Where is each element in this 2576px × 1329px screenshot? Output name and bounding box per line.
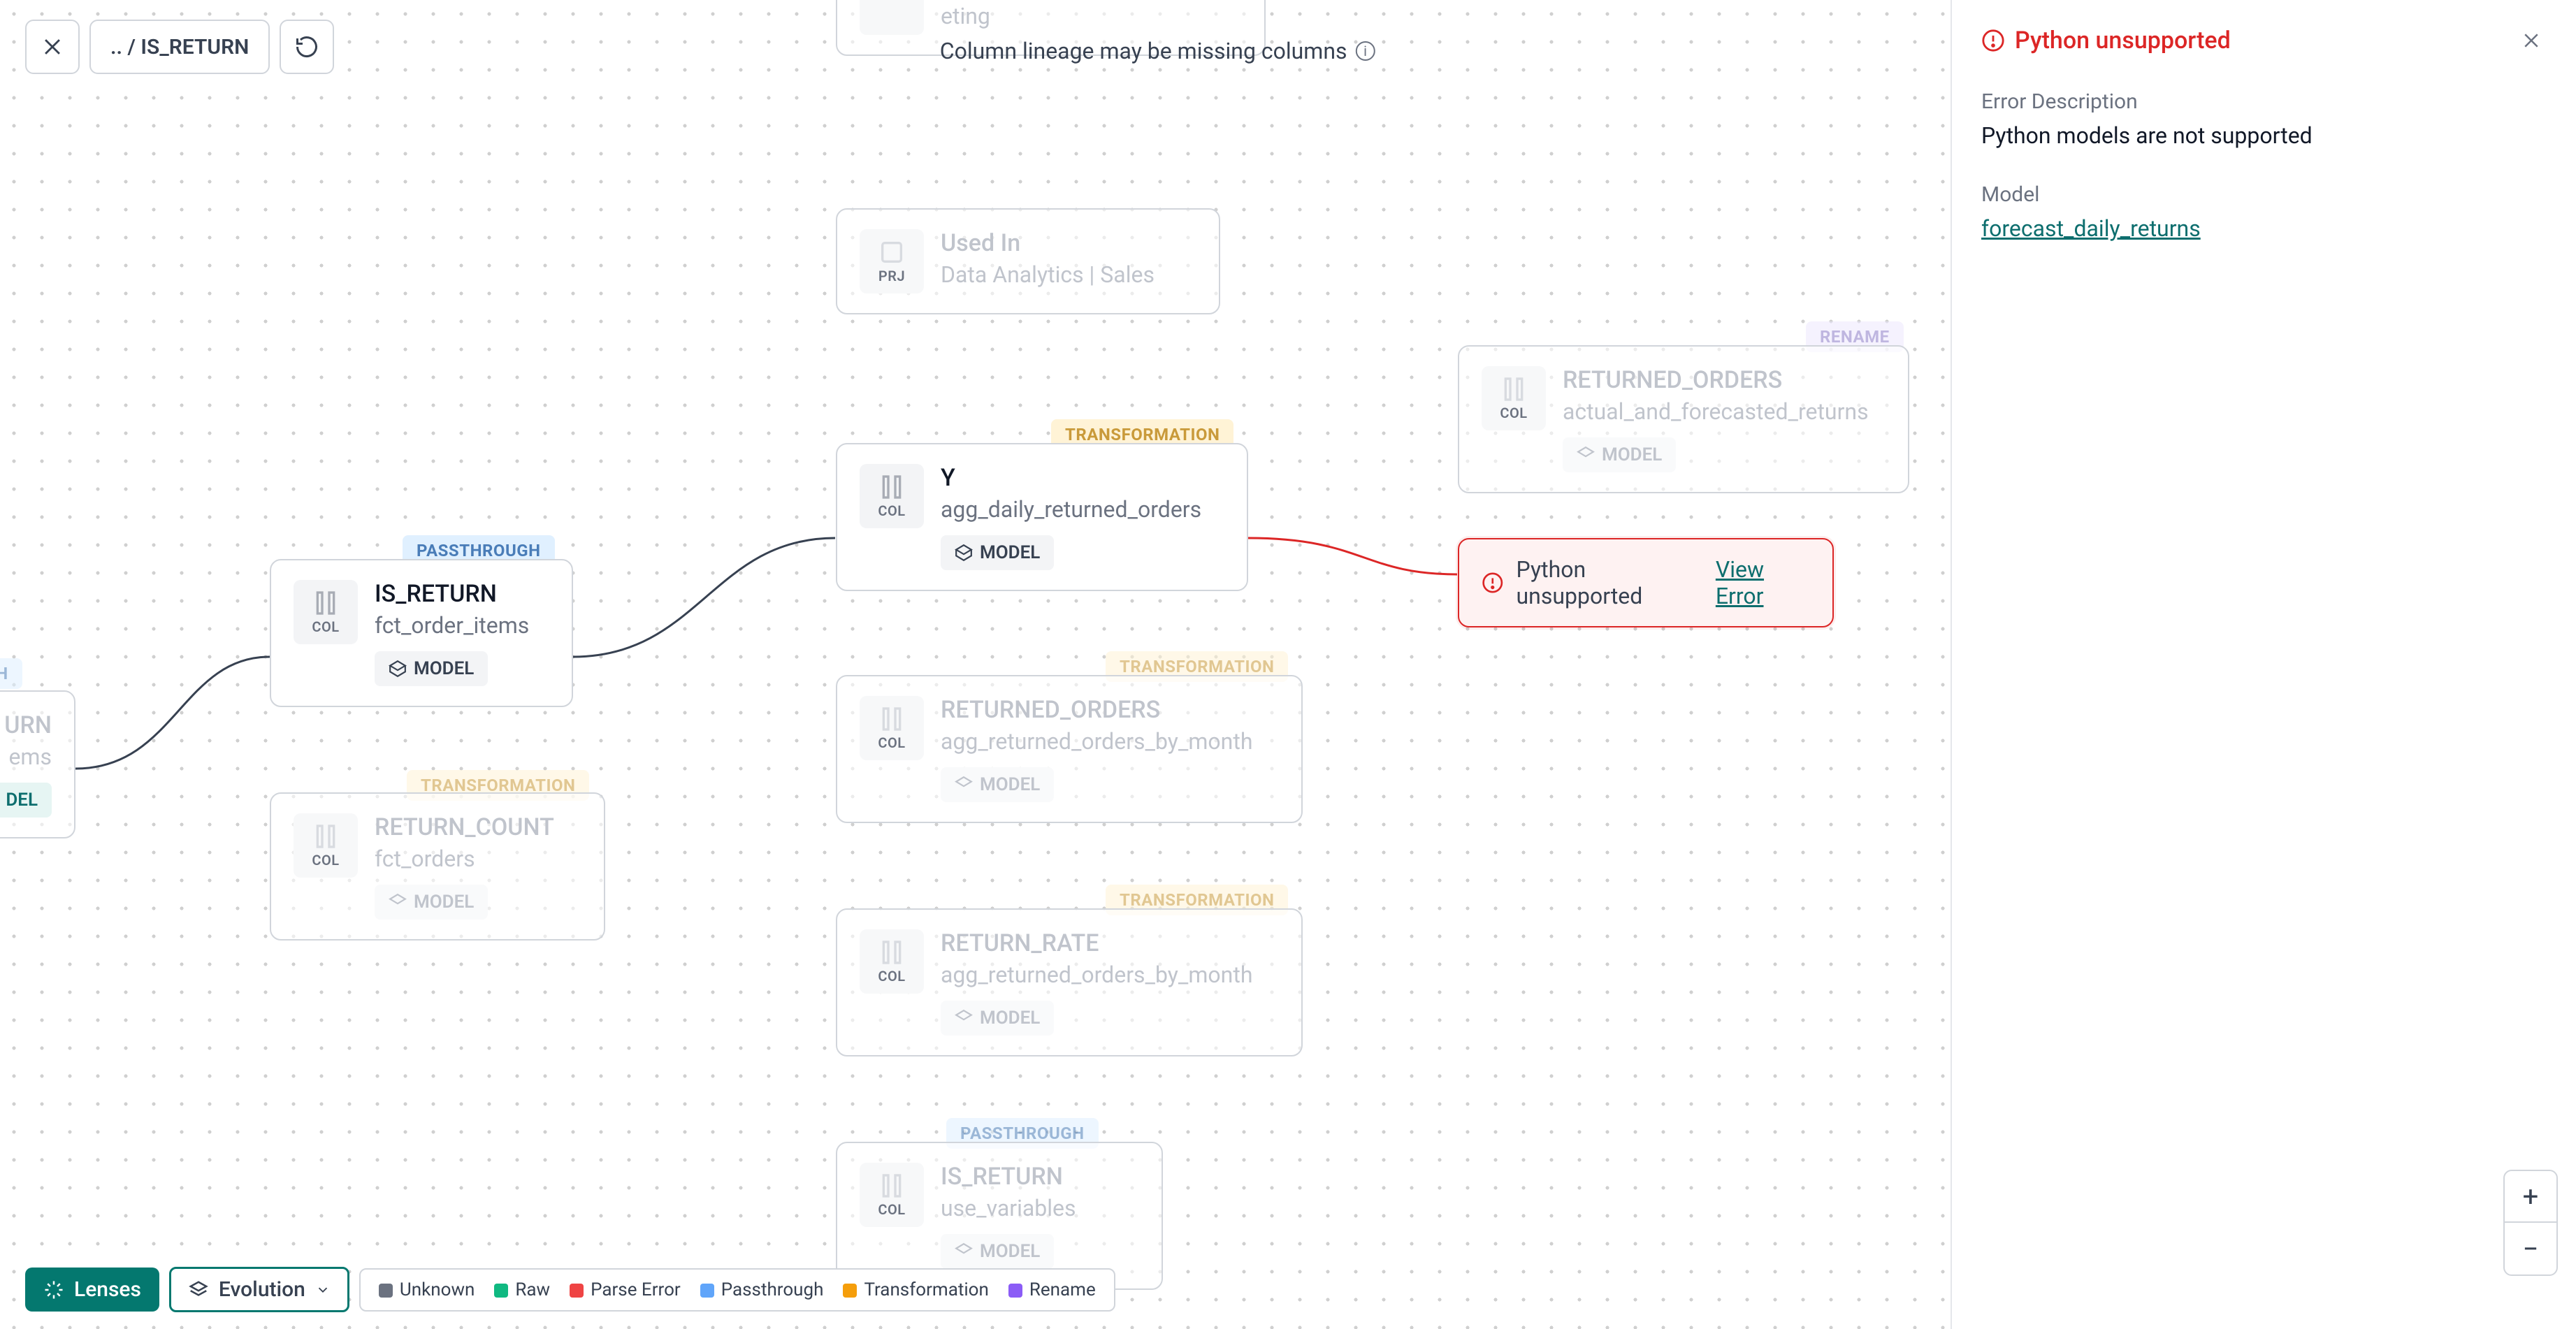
prj-icon: PRJ: [860, 229, 924, 293]
close-button[interactable]: [25, 20, 80, 74]
legend-rename: Rename: [1008, 1279, 1096, 1300]
legend-parse-error: Parse Error: [570, 1279, 681, 1300]
sidepanel-close-button[interactable]: [2516, 25, 2547, 56]
missing-columns-notice: Column lineage may be missing columns i: [940, 38, 1375, 64]
error-sidepanel: Python unsupported Error Description Pyt…: [1951, 0, 2576, 1329]
node-return-count: COL RETURN_COUNT fct_orders MODEL: [270, 792, 605, 941]
model-pill[interactable]: MODEL: [941, 535, 1054, 570]
legend-unknown: Unknown: [379, 1279, 475, 1300]
alert-icon: [1482, 571, 1504, 595]
node-is-return[interactable]: COL IS_RETURN fct_order_items MODEL: [270, 559, 573, 707]
view-error-link[interactable]: View Error: [1716, 556, 1810, 609]
zoom-controls: + −: [2503, 1170, 2558, 1276]
error-desc-label: Error Description: [1981, 89, 2547, 114]
col-icon: COL: [860, 696, 924, 760]
legend-passthrough: Passthrough: [700, 1279, 824, 1300]
model-pill: MODEL: [941, 1234, 1054, 1269]
evolution-dropdown[interactable]: Evolution: [169, 1267, 349, 1312]
error-desc-text: Python models are not supported: [1981, 122, 2547, 149]
refresh-icon: [294, 34, 319, 59]
refresh-button[interactable]: [280, 20, 334, 74]
legend-transformation: Transformation: [843, 1279, 988, 1300]
model-label: Model: [1981, 182, 2547, 207]
model-pill: MODEL: [375, 885, 488, 920]
node-used-in: PRJ Used In Data Analytics | Sales: [836, 208, 1220, 314]
sparkle-icon: [43, 1279, 64, 1300]
model-pill: MODEL: [941, 1001, 1054, 1036]
sidepanel-title: Python unsupported: [1981, 27, 2231, 55]
chevron-down-icon: [315, 1282, 331, 1298]
legend: Unknown Raw Parse Error Passthrough Tran…: [359, 1268, 1115, 1312]
zoom-out-button[interactable]: −: [2505, 1223, 2556, 1274]
model-pill[interactable]: MODEL: [375, 651, 488, 686]
model-pill: MODEL: [941, 767, 1054, 802]
close-icon: [41, 35, 64, 59]
bottombar: Lenses Evolution Unknown Raw Parse Error…: [25, 1267, 1115, 1312]
node-return-rate: COL RETURN_RATE agg_returned_orders_by_m…: [836, 908, 1303, 1056]
node-partial-left: URN ems DEL: [0, 690, 75, 838]
model-pill: MODEL: [1563, 437, 1676, 472]
alert-icon: [1981, 29, 2005, 52]
model-link[interactable]: forecast_daily_returns: [1981, 215, 2547, 242]
error-node[interactable]: Python unsupported View Error: [1458, 538, 1834, 627]
node-y[interactable]: COL Y agg_daily_returned_orders MODEL: [836, 443, 1248, 591]
topbar: .. / IS_RETURN: [25, 20, 334, 74]
info-icon[interactable]: i: [1356, 41, 1375, 61]
model-pill[interactable]: DEL: [0, 783, 52, 818]
node-returned-orders: COL RETURNED_ORDERS actual_and_forecaste…: [1458, 345, 1909, 493]
layers-icon: [188, 1279, 209, 1300]
col-icon: [860, 0, 924, 35]
col-icon: COL: [860, 464, 924, 528]
legend-raw: Raw: [494, 1279, 550, 1300]
node-returned-orders-month: COL RETURNED_ORDERS agg_returned_orders_…: [836, 675, 1303, 823]
col-icon: COL: [860, 1163, 924, 1227]
zoom-in-button[interactable]: +: [2505, 1171, 2556, 1223]
col-icon: COL: [1482, 366, 1546, 430]
close-icon: [2521, 30, 2542, 51]
lenses-button[interactable]: Lenses: [25, 1268, 159, 1312]
badge-partial-ough: OUGH: [0, 658, 22, 689]
col-icon: COL: [294, 813, 358, 878]
col-icon: COL: [860, 929, 924, 994]
col-icon: COL: [294, 580, 358, 644]
breadcrumb[interactable]: .. / IS_RETURN: [89, 20, 270, 74]
